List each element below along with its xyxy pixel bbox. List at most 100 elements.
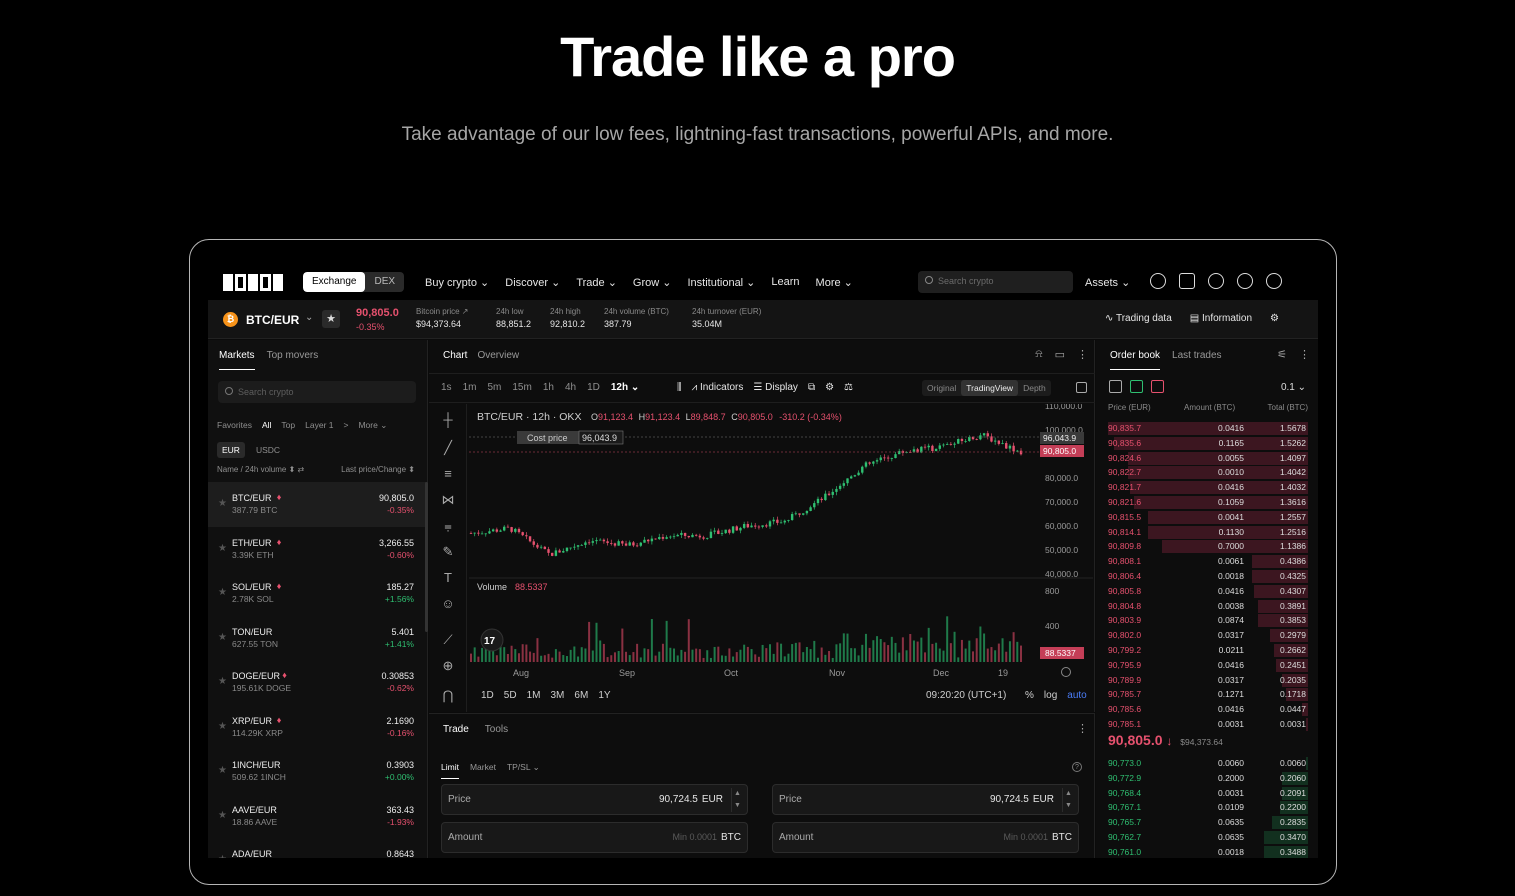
tab-tools[interactable]: Tools <box>485 724 508 735</box>
tf-15m[interactable]: 15m <box>512 382 531 393</box>
filter-favorites[interactable]: Favorites <box>217 420 252 431</box>
filter-next-arrow[interactable]: > <box>344 420 349 431</box>
ask-row[interactable]: 90,799.2 0.0211 0.2662 <box>1096 643 1318 658</box>
range-5d[interactable]: 5D <box>504 690 517 701</box>
range-1y[interactable]: 1Y <box>598 690 610 701</box>
trendline-icon[interactable]: ╱ <box>441 440 455 456</box>
view-original[interactable]: Original <box>922 380 961 396</box>
globe-icon[interactable] <box>1266 273 1282 289</box>
nav-trade[interactable]: Trade ⌄ <box>576 276 617 289</box>
star-icon[interactable]: ★ <box>218 498 227 509</box>
help-icon[interactable] <box>1237 273 1253 289</box>
filter-layer1[interactable]: Layer 1 <box>305 420 333 431</box>
emoji-icon[interactable]: ☺ <box>441 596 455 611</box>
market-row[interactable]: ★ BTC/EUR ♦ 387.79 BTC 90,805.0 -0.35% <box>208 482 426 527</box>
projection-icon[interactable]: ⩦ <box>441 518 455 534</box>
ask-row[interactable]: 90,785.7 0.1271 0.1718 <box>1096 687 1318 702</box>
information-link[interactable]: ▤ Information <box>1190 313 1252 324</box>
window-icon[interactable]: ▭ <box>1055 348 1065 361</box>
tf-1d[interactable]: 1D <box>587 382 600 393</box>
ask-row[interactable]: 90,806.4 0.0018 0.4325 <box>1096 569 1318 584</box>
price-chart[interactable]: BTC/EUR · 12h · OKX O91,123.4 H91,123.4 … <box>469 404 1093 688</box>
star-icon[interactable]: ★ <box>218 676 227 687</box>
market-row[interactable]: ★ 1INCH/EUR 509.62 1INCH 0.3903 +0.00% <box>208 749 426 794</box>
range-6m[interactable]: 6M <box>574 690 588 701</box>
zoom-in-icon[interactable]: ⊕ <box>441 658 455 674</box>
ask-row[interactable]: 90,804.8 0.0038 0.3891 <box>1096 599 1318 614</box>
nav-grow[interactable]: Grow ⌄ <box>633 276 672 289</box>
indicators-button[interactable]: ⩘ Indicators <box>692 382 744 393</box>
assets-menu[interactable]: Assets ⌄ <box>1085 276 1130 289</box>
filter-all[interactable]: All <box>262 420 271 431</box>
ask-row[interactable]: 90,835.7 0.0416 1.5678 <box>1096 421 1318 436</box>
view-depth[interactable]: Depth <box>1018 380 1051 396</box>
sliders-icon[interactable]: ⚟ <box>1277 348 1287 361</box>
market-row[interactable]: ★ AAVE/EUR 18.86 AAVE 363.43 -1.93% <box>208 794 426 839</box>
ask-row[interactable]: 90,802.0 0.0317 0.2979 <box>1096 628 1318 643</box>
buy-amount-field[interactable]: Amount Min 0.0001 BTC <box>441 822 748 853</box>
fullscreen-icon[interactable] <box>1076 382 1087 393</box>
star-icon[interactable]: ★ <box>218 632 227 643</box>
favorite-star-icon[interactable]: ★ <box>322 310 340 328</box>
bid-row[interactable]: 90,773.0 0.0060 0.0060 <box>1096 756 1318 771</box>
pair-selector[interactable]: BTC/EUR <box>246 313 299 327</box>
price-stepper[interactable]: ▲ ▼ <box>1062 788 1074 812</box>
more-vertical-icon[interactable]: ⋮ <box>1077 348 1088 361</box>
crosshair-icon[interactable]: ┼ <box>441 412 455 427</box>
price-stepper[interactable]: ▲ ▼ <box>731 788 743 812</box>
price-step-select[interactable]: 0.1 ⌄ <box>1281 382 1306 393</box>
ask-row[interactable]: 90,824.6 0.0055 1.4097 <box>1096 451 1318 466</box>
market-row[interactable]: ★ SOL/EUR ♦ 2.78K SOL 185.27 +1.56% <box>208 571 426 616</box>
trading-data-link[interactable]: ∿ Trading data <box>1105 313 1172 324</box>
filter-more[interactable]: More ⌄ <box>358 420 387 431</box>
tab-overview[interactable]: Overview <box>477 350 519 361</box>
alert-icon[interactable]: ⍾ <box>1035 348 1042 361</box>
nav-discover[interactable]: Discover ⌄ <box>505 276 560 289</box>
ask-row[interactable]: 90,785.1 0.0031 0.0031 <box>1096 717 1318 732</box>
star-icon[interactable]: ★ <box>218 765 227 776</box>
ask-row[interactable]: 90,821.7 0.0416 1.4032 <box>1096 480 1318 495</box>
more-vertical-icon[interactable]: ⋮ <box>1299 348 1310 361</box>
tab-chart[interactable]: Chart <box>443 350 467 361</box>
compare-icon[interactable]: ⚖ <box>844 382 853 393</box>
markets-scrollbar[interactable] <box>425 482 428 632</box>
ask-row[interactable]: 90,805.8 0.0416 0.4307 <box>1096 584 1318 599</box>
fib-lines-icon[interactable]: ≡ <box>441 466 455 481</box>
help-icon[interactable]: ? <box>1072 762 1082 772</box>
ask-row[interactable]: 90,789.9 0.0317 0.2035 <box>1096 673 1318 688</box>
tf-4h[interactable]: 4h <box>565 382 576 393</box>
tab-trade[interactable]: Trade <box>443 724 469 735</box>
candle-type-icon[interactable]: ⫼ <box>677 382 682 393</box>
filter-top[interactable]: Top <box>281 420 295 431</box>
segment-exchange[interactable]: Exchange <box>303 272 366 292</box>
bell-icon[interactable] <box>1208 273 1224 289</box>
settings-icon[interactable]: ⚙ <box>1270 313 1279 324</box>
tf-5m[interactable]: 5m <box>487 382 501 393</box>
sell-price-field[interactable]: Price 90,724.5 EUR ▲ ▼ <box>772 784 1079 815</box>
nav-more[interactable]: More ⌄ <box>816 276 853 289</box>
range-1d[interactable]: 1D <box>481 690 494 701</box>
ask-row[interactable]: 90,821.6 0.1059 1.3616 <box>1096 495 1318 510</box>
stat-label[interactable]: Bitcoin price ↗ <box>416 307 469 316</box>
tab-top-movers[interactable]: Top movers <box>267 350 319 370</box>
ask-row[interactable]: 90,785.6 0.0416 0.0447 <box>1096 702 1318 717</box>
ruler-icon[interactable]: ⟋ <box>441 632 455 648</box>
tab-markets[interactable]: Markets <box>219 350 255 370</box>
download-icon[interactable] <box>1179 273 1195 289</box>
ask-row[interactable]: 90,803.9 0.0874 0.3853 <box>1096 613 1318 628</box>
markets-search-input[interactable]: Search crypto <box>218 381 416 403</box>
star-icon[interactable]: ★ <box>218 810 227 821</box>
currency-usdc[interactable]: USDC <box>251 442 285 458</box>
nav-learn[interactable]: Learn <box>771 276 799 289</box>
ask-row[interactable]: 90,795.9 0.0416 0.2451 <box>1096 658 1318 673</box>
ask-row[interactable]: 90,815.5 0.0041 1.2557 <box>1096 510 1318 525</box>
user-icon[interactable] <box>1150 273 1166 289</box>
layout-icon[interactable]: ⧉ <box>808 382 815 393</box>
ask-row[interactable]: 90,822.7 0.0010 1.4042 <box>1096 465 1318 480</box>
scale-percent[interactable]: % <box>1025 690 1034 701</box>
segment-dex[interactable]: DEX <box>365 272 404 292</box>
market-row[interactable]: ★ TON/EUR 627.55 TON 5.401 +1.41% <box>208 616 426 661</box>
order-type-market[interactable]: Market <box>470 762 496 779</box>
star-icon[interactable]: ★ <box>218 543 227 554</box>
bid-row[interactable]: 90,768.4 0.0031 0.2091 <box>1096 786 1318 801</box>
